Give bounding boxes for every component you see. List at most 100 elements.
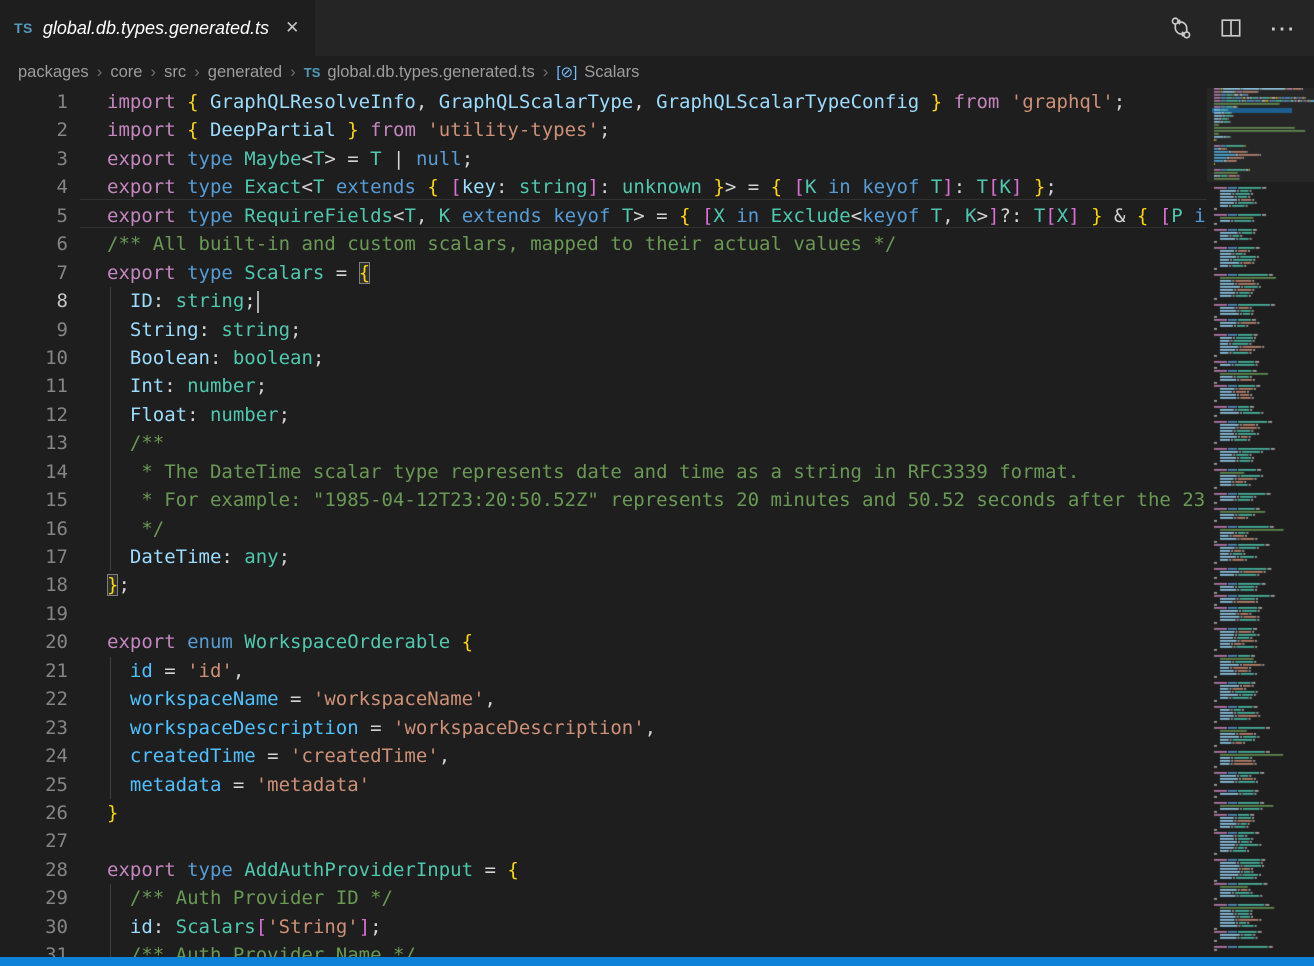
code-line[interactable]: 29 /** Auth Provider ID */ [0, 884, 1207, 912]
code-line[interactable]: 20export enum WorkspaceOrderable { [0, 628, 1207, 656]
code-line[interactable]: 1import { GraphQLResolveInfo, GraphQLSca… [0, 88, 1207, 116]
line-number: 13 [0, 429, 68, 457]
code-line[interactable]: 24 createdTime = 'createdTime', [0, 742, 1207, 770]
breadcrumb-item-src[interactable]: src [164, 63, 186, 82]
code-line[interactable]: 6/** All built-in and custom scalars, ma… [0, 230, 1207, 258]
code-text: workspaceName = 'workspaceName', [68, 685, 496, 713]
code-text: export enum WorkspaceOrderable { [68, 628, 473, 656]
editor-actions: ⋯ [1169, 0, 1314, 56]
line-number: 4 [0, 173, 68, 201]
code-text: /** Auth Provider ID */ [68, 884, 393, 912]
line-number: 14 [0, 458, 68, 486]
code-line[interactable]: 15 * For example: "1985-04-12T23:20:50.5… [0, 486, 1207, 514]
code-text [68, 827, 107, 855]
code-line[interactable]: 31 /** Auth Provider Name */ [0, 941, 1207, 957]
line-number: 25 [0, 771, 68, 799]
code-line[interactable]: 26} [0, 799, 1207, 827]
code-line[interactable]: 4export type Exact<T extends { [key: str… [0, 173, 1207, 201]
code-line[interactable]: 21 id = 'id', [0, 657, 1207, 685]
breadcrumb-item-core[interactable]: core [110, 63, 142, 82]
code-text: export type Exact<T extends { [key: stri… [68, 173, 1057, 201]
code-line[interactable]: 14 * The DateTime scalar type represents… [0, 458, 1207, 486]
indent-guide [110, 685, 111, 713]
line-number: 3 [0, 145, 68, 173]
code-line[interactable]: 10 Boolean: boolean; [0, 344, 1207, 372]
code-text: Int: number; [68, 372, 267, 400]
code-text: export type Scalars = { [68, 259, 370, 287]
indent-guide [110, 714, 111, 742]
minimap[interactable] [1212, 88, 1314, 957]
code-line[interactable]: 18}; [0, 571, 1207, 599]
line-number: 11 [0, 372, 68, 400]
line-number: 21 [0, 657, 68, 685]
code-line[interactable]: 23 workspaceDescription = 'workspaceDesc… [0, 714, 1207, 742]
close-tab-icon[interactable]: ✕ [285, 18, 299, 38]
indent-guide [110, 742, 111, 770]
code-text: id = 'id', [68, 657, 244, 685]
code-line[interactable]: 3export type Maybe<T> = T | null; [0, 145, 1207, 173]
indent-guide [110, 913, 111, 941]
code-line[interactable]: 7export type Scalars = { [0, 259, 1207, 287]
indent-guide [110, 657, 111, 685]
code-line[interactable]: 27 [0, 827, 1207, 855]
code-line[interactable]: 17 DateTime: any; [0, 543, 1207, 571]
indent-guide [110, 543, 111, 571]
code-text: export type AddAuthProviderInput = { [68, 856, 519, 884]
code-text: /** All built-in and custom scalars, map… [68, 230, 896, 258]
code-line[interactable]: 11 Int: number; [0, 372, 1207, 400]
code-line[interactable]: 2import { DeepPartial } from 'utility-ty… [0, 116, 1207, 144]
tab-global-db-types[interactable]: TS global.db.types.generated.ts ✕ [0, 0, 315, 56]
line-number: 24 [0, 742, 68, 770]
line-number: 10 [0, 344, 68, 372]
code-line[interactable]: 16 */ [0, 515, 1207, 543]
code-line[interactable]: 28export type AddAuthProviderInput = { [0, 856, 1207, 884]
indent-guide [110, 771, 111, 799]
line-number: 15 [0, 486, 68, 514]
code-text [68, 600, 107, 628]
breadcrumb-item-packages[interactable]: packages [18, 63, 89, 82]
more-actions-icon[interactable]: ⋯ [1269, 23, 1296, 33]
indent-guide [110, 458, 111, 486]
code-text: /** Auth Provider Name */ [68, 941, 416, 957]
indent-guide [110, 429, 111, 457]
code-text: } [68, 799, 118, 827]
split-editor-icon[interactable] [1219, 16, 1243, 40]
line-number: 1 [0, 88, 68, 116]
code-text: /** [68, 429, 164, 457]
vscode-window: TS global.db.types.generated.ts ✕ [0, 0, 1314, 966]
line-number: 9 [0, 316, 68, 344]
breadcrumb-item-scalars[interactable]: [⊘]Scalars [556, 63, 639, 82]
line-number: 27 [0, 827, 68, 855]
code-text: ID: string; [68, 287, 259, 315]
code-text: metadata = 'metadata' [68, 771, 370, 799]
symbol-type-icon: [⊘] [556, 64, 577, 81]
code-line[interactable]: 22 workspaceName = 'workspaceName', [0, 685, 1207, 713]
open-changes-icon[interactable] [1169, 16, 1193, 40]
text-cursor [257, 291, 259, 313]
typescript-file-icon: TS [304, 65, 321, 80]
line-number: 19 [0, 600, 68, 628]
breadcrumb-item-global-db-types-generated-ts[interactable]: TSglobal.db.types.generated.ts [304, 63, 535, 82]
line-number: 26 [0, 799, 68, 827]
code-line[interactable]: 30 id: Scalars['String']; [0, 913, 1207, 941]
code-line[interactable]: 13 /** [0, 429, 1207, 457]
breadcrumb-item-generated[interactable]: generated [208, 63, 282, 82]
code-line[interactable]: 8 ID: string; [0, 287, 1207, 315]
code-text: id: Scalars['String']; [68, 913, 382, 941]
indent-guide [110, 941, 111, 957]
code-line[interactable]: 9 String: string; [0, 316, 1207, 344]
code-text: workspaceDescription = 'workspaceDescrip… [68, 714, 656, 742]
tab-title: global.db.types.generated.ts [43, 18, 269, 39]
code-line[interactable]: 12 Float: number; [0, 401, 1207, 429]
line-number: 18 [0, 571, 68, 599]
indent-guide [110, 486, 111, 514]
breadcrumb: packages›core›src›generated›TSglobal.db.… [0, 56, 1314, 88]
line-number: 8 [0, 287, 68, 315]
code-line[interactable]: 5export type RequireFields<T, K extends … [0, 202, 1207, 230]
code-editor[interactable]: 1import { GraphQLResolveInfo, GraphQLSca… [0, 88, 1207, 957]
code-text: * The DateTime scalar type represents da… [68, 458, 1079, 486]
code-line[interactable]: 25 metadata = 'metadata' [0, 771, 1207, 799]
code-text: }; [68, 571, 130, 599]
code-line[interactable]: 19 [0, 600, 1207, 628]
status-bar[interactable] [0, 957, 1314, 966]
